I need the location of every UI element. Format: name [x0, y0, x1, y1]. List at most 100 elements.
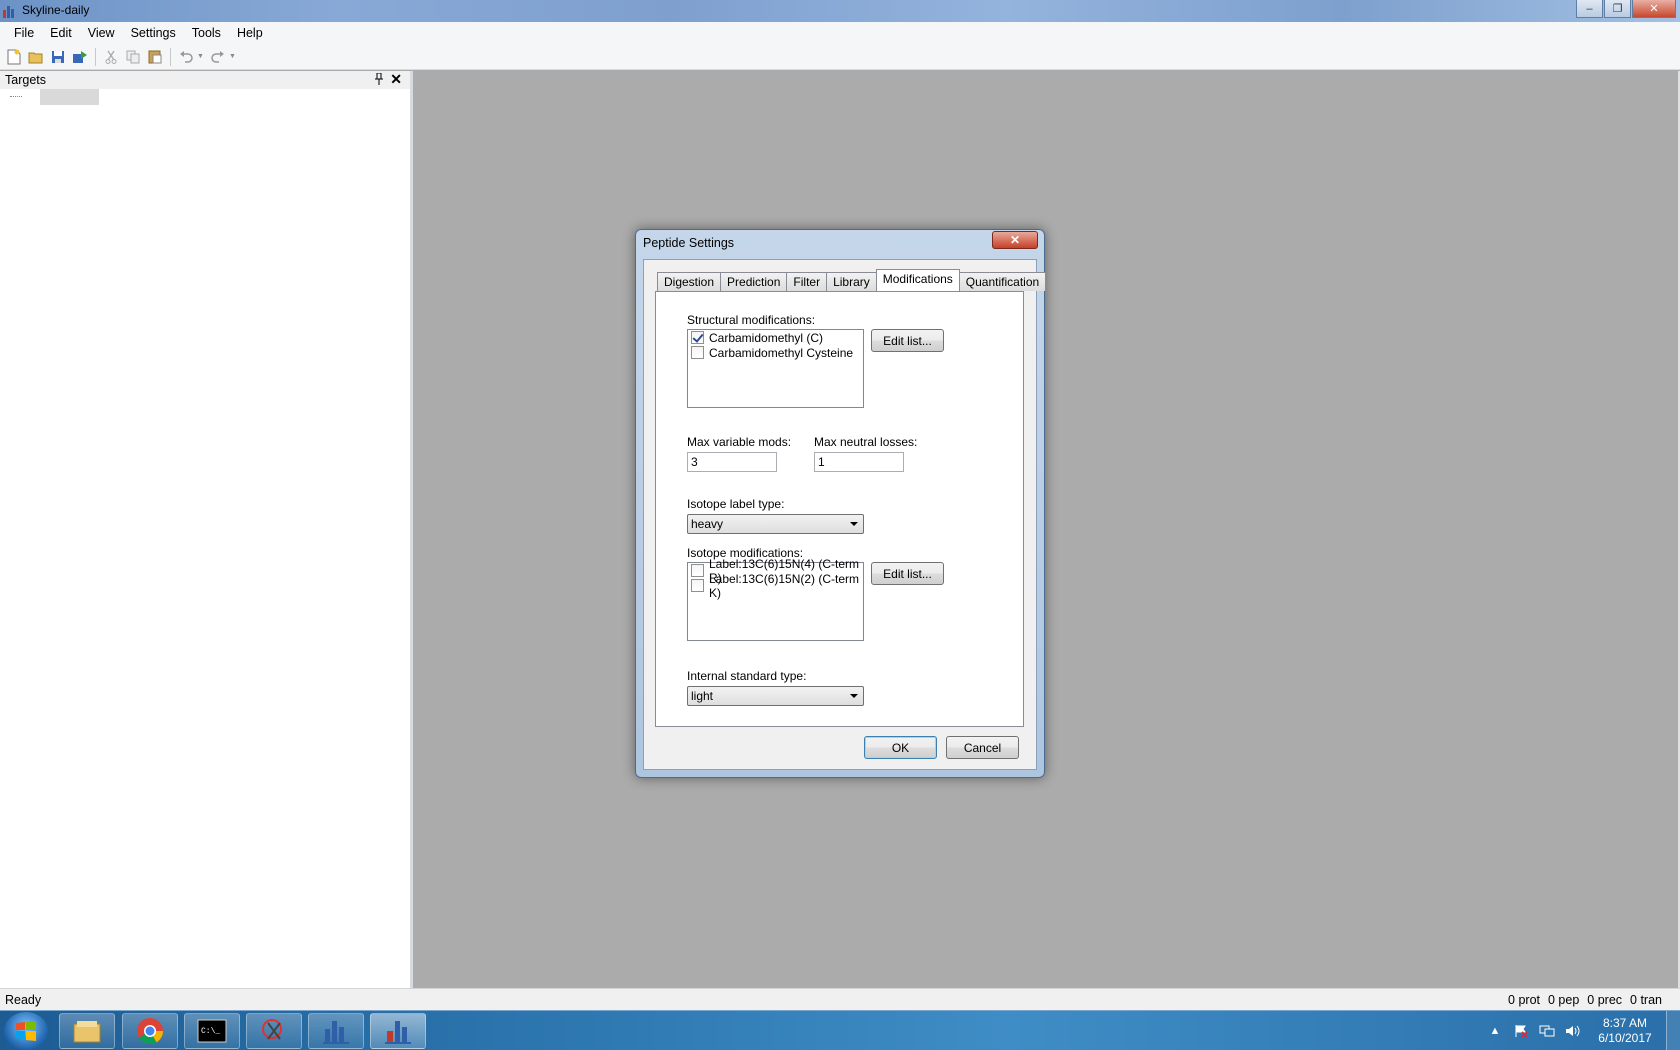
- redo-dropdown-icon[interactable]: ▼: [229, 53, 236, 60]
- skyline-daily-icon: [385, 1021, 411, 1044]
- undo-dropdown-icon[interactable]: ▼: [197, 53, 204, 60]
- pin-icon[interactable]: [374, 72, 384, 88]
- copy-icon[interactable]: [124, 48, 142, 66]
- taskbar-cmd[interactable]: C:\_: [184, 1013, 240, 1049]
- checkbox-checked[interactable]: [691, 331, 704, 344]
- tab-library[interactable]: Library: [826, 272, 877, 291]
- menu-settings[interactable]: Settings: [123, 24, 184, 42]
- list-item[interactable]: Carbamidomethyl Cysteine: [688, 345, 863, 360]
- internal-standard-type-label: Internal standard type:: [687, 669, 807, 683]
- chevron-down-icon: [850, 522, 858, 526]
- action-center-icon[interactable]: [1513, 1023, 1529, 1039]
- svg-text:C:\_: C:\_: [201, 1027, 220, 1036]
- window-title: Skyline-daily: [22, 3, 90, 17]
- tab-quantification[interactable]: Quantification: [958, 272, 1047, 291]
- max-neutral-losses-input[interactable]: [814, 452, 904, 472]
- close-window-button[interactable]: ✕: [1632, 0, 1676, 18]
- close-pane-icon[interactable]: ✕: [390, 71, 402, 88]
- chrome-icon: [137, 1018, 164, 1045]
- internal-standard-type-value: light: [691, 689, 714, 703]
- isotope-mods-list[interactable]: Label:13C(6)15N(4) (C-term R) Label:13C(…: [687, 557, 864, 641]
- dialog-body: Digestion Prediction Filter Library Modi…: [643, 259, 1047, 770]
- redo-icon[interactable]: [209, 48, 227, 66]
- volume-icon[interactable]: [1565, 1023, 1581, 1039]
- save-icon[interactable]: [49, 48, 67, 66]
- list-item[interactable]: Carbamidomethyl (C): [688, 330, 863, 345]
- menu-edit[interactable]: Edit: [42, 24, 80, 42]
- taskbar-chrome[interactable]: [122, 1013, 178, 1049]
- tree-connector: [10, 96, 22, 97]
- peptide-settings-dialog: Peptide Settings ✕ Digestion Prediction …: [635, 229, 1047, 778]
- toolbar: ▼ ▼: [0, 44, 1680, 70]
- settings-tabs: Digestion Prediction Filter Library Modi…: [657, 269, 1047, 291]
- cancel-button[interactable]: Cancel: [946, 736, 1019, 759]
- taskbar-skyline[interactable]: [308, 1013, 364, 1049]
- publish-icon[interactable]: [71, 48, 89, 66]
- open-folder-icon[interactable]: [27, 48, 45, 66]
- menu-help[interactable]: Help: [229, 24, 271, 42]
- tab-prediction[interactable]: Prediction: [720, 272, 788, 291]
- checkbox-unchecked[interactable]: [691, 564, 704, 577]
- show-desktop-button[interactable]: [1666, 1011, 1680, 1050]
- menu-file[interactable]: File: [6, 24, 42, 42]
- isotope-edit-list-button[interactable]: Edit list...: [871, 562, 944, 585]
- tab-digestion[interactable]: Digestion: [657, 272, 722, 291]
- skyline-icon: [323, 1021, 349, 1044]
- system-tray: ▲ 8:37 AM 6/10/2017: [1482, 1011, 1680, 1050]
- show-hidden-icons-icon[interactable]: ▲: [1487, 1023, 1503, 1039]
- isotope-label-type-value: heavy: [691, 517, 724, 531]
- document-area: [416, 71, 1680, 988]
- structural-mod-label: Carbamidomethyl (C): [709, 330, 824, 345]
- structural-mods-list[interactable]: Carbamidomethyl (C) Carbamidomethyl Cyst…: [687, 329, 864, 408]
- max-neutral-losses-label: Max neutral losses:: [814, 435, 918, 449]
- taskbar-clock[interactable]: 8:37 AM 6/10/2017: [1592, 1016, 1658, 1046]
- targets-title: Targets: [5, 73, 46, 87]
- restore-button[interactable]: ❐: [1604, 0, 1631, 18]
- internal-standard-type-select[interactable]: light: [687, 686, 864, 706]
- new-document-icon[interactable]: [5, 48, 23, 66]
- tab-filter[interactable]: Filter: [786, 272, 828, 291]
- network-icon[interactable]: [1539, 1023, 1555, 1039]
- checkbox-unchecked[interactable]: [691, 346, 704, 359]
- structural-mods-label: Structural modifications:: [687, 313, 816, 327]
- tab-modifications[interactable]: Modifications: [875, 269, 960, 291]
- toolbar-separator: [170, 47, 171, 66]
- taskbar: C:\_ ▲ 8:37 AM 6/10/2017: [0, 1010, 1680, 1050]
- command-prompt-icon: C:\_: [197, 1019, 227, 1043]
- taskbar-snipping-tool[interactable]: [246, 1013, 302, 1049]
- modifications-panel: Structural modifications: Carbamidomethy…: [655, 291, 1024, 727]
- tree-new-item-node[interactable]: [40, 89, 99, 105]
- menu-view[interactable]: View: [80, 24, 123, 42]
- minimize-button[interactable]: –: [1576, 0, 1603, 18]
- folder-icon: [73, 1021, 101, 1043]
- dialog-close-button[interactable]: ✕: [992, 231, 1038, 249]
- title-bar: Skyline-daily – ❐ ✕: [0, 0, 1680, 22]
- max-variable-mods-label: Max variable mods:: [687, 435, 792, 449]
- cut-icon[interactable]: [102, 48, 120, 66]
- peptide-count: 0 pep: [1548, 993, 1580, 1007]
- chevron-down-icon: [850, 694, 858, 698]
- paste-icon[interactable]: [146, 48, 164, 66]
- menu-tools[interactable]: Tools: [184, 24, 229, 42]
- restore-icon: ❐: [1612, 3, 1623, 15]
- windows-logo-icon: [16, 1021, 36, 1041]
- taskbar-explorer[interactable]: [59, 1013, 115, 1049]
- taskbar-skyline-daily[interactable]: [370, 1013, 426, 1049]
- list-item[interactable]: Label:13C(6)15N(2) (C-term K): [688, 572, 863, 600]
- minimize-icon: –: [1586, 2, 1593, 15]
- scissors-icon: [262, 1019, 282, 1040]
- targets-header: Targets ✕: [0, 71, 410, 89]
- skyline-app-icon: [2, 4, 16, 18]
- isotope-label-type-select[interactable]: heavy: [687, 514, 864, 534]
- menu-bar: File Edit View Settings Tools Help: [0, 22, 1680, 44]
- start-button[interactable]: [4, 1012, 48, 1050]
- ok-button[interactable]: OK: [864, 736, 937, 759]
- checkbox-unchecked[interactable]: [691, 579, 704, 592]
- undo-icon[interactable]: [177, 48, 195, 66]
- structural-mod-label: Carbamidomethyl Cysteine: [709, 345, 854, 360]
- clock-date: 6/10/2017: [1598, 1031, 1652, 1045]
- max-variable-mods-input[interactable]: [687, 452, 777, 472]
- clock-time: 8:37 AM: [1602, 1016, 1648, 1030]
- structural-edit-list-button[interactable]: Edit list...: [871, 329, 944, 352]
- status-bar: Ready 0 prot 0 pep 0 prec 0 tran: [0, 988, 1680, 1010]
